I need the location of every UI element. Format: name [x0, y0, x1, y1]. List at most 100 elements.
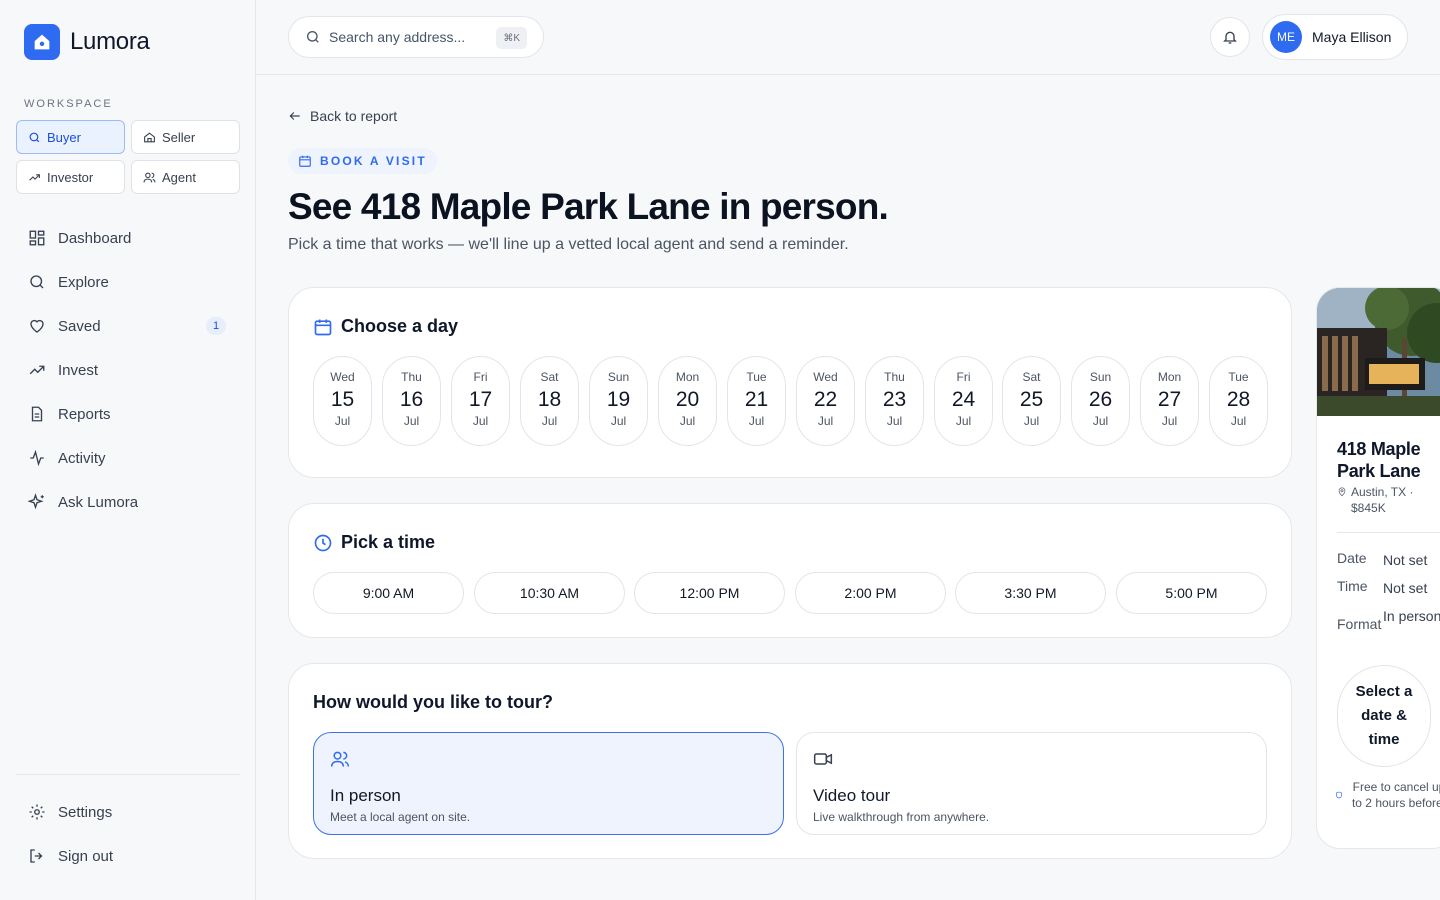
- day-picker-heading: Choose a day: [313, 316, 458, 337]
- tour-option-in-person[interactable]: In person Meet a local agent on site.: [313, 732, 784, 835]
- day-weekday: Mon: [1157, 370, 1182, 384]
- property-photo: [1317, 288, 1440, 416]
- sidebar-item-reports[interactable]: Reports: [16, 394, 240, 434]
- sidebar-item-sign-out[interactable]: Sign out: [16, 836, 240, 876]
- day-option[interactable]: Sun 26 Jul: [1071, 356, 1130, 446]
- summary-location-text: Austin, TX · $845K: [1351, 485, 1414, 515]
- users-icon: [330, 751, 350, 767]
- tour-option-description: Live walkthrough from anywhere.: [813, 810, 990, 824]
- sidebar-item-settings[interactable]: Settings: [16, 792, 240, 832]
- persona-seller[interactable]: Seller: [131, 120, 240, 154]
- search-placeholder: Search any address...: [329, 29, 466, 45]
- select-date-time-button[interactable]: Select a date & time: [1337, 665, 1431, 767]
- summary-divider: [1337, 532, 1440, 533]
- nav-label: Dashboard: [58, 229, 132, 247]
- section-title: Pick a time: [341, 532, 436, 552]
- summary-row-value: Not set: [1383, 580, 1428, 596]
- summary-location: Austin, TX · $845K: [1337, 484, 1437, 516]
- sidebar-item-dashboard[interactable]: Dashboard: [16, 218, 240, 258]
- cancellation-note: Free to cancel up to 2 hours before.: [1335, 779, 1440, 811]
- day-option[interactable]: Tue 28 Jul: [1209, 356, 1268, 446]
- day-number: 25: [1019, 388, 1044, 411]
- day-option[interactable]: Fri 17 Jul: [451, 356, 510, 446]
- time-slot[interactable]: 5:00 PM: [1116, 572, 1267, 614]
- sidebar-item-saved[interactable]: Saved 1: [16, 306, 240, 346]
- day-weekday: Sun: [607, 370, 630, 384]
- cancellation-note-text: Free to cancel up to 2 hours before.: [1351, 780, 1440, 810]
- user-menu[interactable]: ME Maya Ellison: [1262, 14, 1408, 60]
- time-picker-card: Pick a time 9:00 AM 10:30 AM 12:00 PM 2:…: [288, 503, 1292, 638]
- day-weekday: Wed: [330, 370, 355, 384]
- day-option[interactable]: Sat 25 Jul: [1002, 356, 1061, 446]
- persona-label: Agent: [162, 169, 196, 185]
- day-option[interactable]: Thu 23 Jul: [865, 356, 924, 446]
- day-option[interactable]: Wed 15 Jul: [313, 356, 372, 446]
- day-weekday: Wed: [813, 370, 838, 384]
- day-option[interactable]: Mon 27 Jul: [1140, 356, 1199, 446]
- day-month: Jul: [748, 414, 765, 428]
- day-month: Jul: [955, 414, 972, 428]
- sidebar-item-ask-lumora[interactable]: Ask Lumora: [16, 482, 240, 522]
- day-picker-card: Choose a day Wed 15 Jul Thu 16 Jul Fri 17 Jul …: [288, 287, 1292, 478]
- document-icon: [31, 406, 43, 422]
- day-month: Jul: [817, 414, 834, 428]
- brand[interactable]: Lumora: [24, 24, 150, 60]
- persona-agent[interactable]: Agent: [131, 160, 240, 194]
- day-number: 24: [951, 388, 976, 411]
- nav-label: Settings: [58, 803, 113, 821]
- day-option[interactable]: Sat 18 Jul: [520, 356, 579, 446]
- time-slot[interactable]: 12:00 PM: [634, 572, 785, 614]
- home-icon: [144, 131, 155, 142]
- day-month: Jul: [472, 414, 489, 428]
- sidebar-item-invest[interactable]: Invest: [16, 350, 240, 390]
- grid-icon: [29, 230, 45, 246]
- day-number: 21: [744, 388, 769, 411]
- page-title: See 418 Maple Park Lane in person.: [288, 186, 889, 227]
- day-month: Jul: [403, 414, 420, 428]
- time-slot[interactable]: 2:00 PM: [795, 572, 946, 614]
- notifications-button[interactable]: [1210, 17, 1250, 57]
- day-month: Jul: [1023, 414, 1040, 428]
- day-weekday: Tue: [1228, 370, 1249, 384]
- map-pin-icon: [1338, 487, 1346, 497]
- summary-row-value: In person: [1383, 608, 1440, 624]
- sidebar-item-activity[interactable]: Activity: [16, 438, 240, 478]
- workspace-label: WORKSPACE: [24, 98, 113, 110]
- day-option[interactable]: Fri 24 Jul: [934, 356, 993, 446]
- bell-icon: [1223, 31, 1237, 44]
- summary-row-label: Date: [1337, 550, 1367, 566]
- search-shortcut: ⌘K: [496, 27, 527, 49]
- time-slot[interactable]: 10:30 AM: [474, 572, 625, 614]
- day-number: 17: [468, 388, 493, 411]
- tour-option-video[interactable]: Video tour Live walkthrough from anywher…: [796, 732, 1267, 835]
- search-input[interactable]: Search any address... ⌘K: [288, 16, 544, 58]
- day-option[interactable]: Thu 16 Jul: [382, 356, 441, 446]
- sidebar-item-explore[interactable]: Explore: [16, 262, 240, 302]
- logout-icon: [30, 849, 43, 863]
- day-month: Jul: [679, 414, 696, 428]
- nav-label: Saved: [58, 317, 101, 335]
- saved-count-badge: 1: [206, 317, 226, 335]
- persona-investor[interactable]: Investor: [16, 160, 125, 194]
- nav-label: Activity: [58, 449, 106, 467]
- back-label: Back to report: [310, 108, 398, 124]
- day-number: 26: [1088, 388, 1113, 411]
- time-picker-heading: Pick a time: [313, 532, 435, 553]
- persona-label: Investor: [47, 169, 94, 185]
- day-month: Jul: [1230, 414, 1247, 428]
- persona-buyer[interactable]: Buyer: [16, 120, 125, 154]
- tour-format-heading: How would you like to tour?: [313, 692, 553, 713]
- day-month: Jul: [334, 414, 351, 428]
- day-option[interactable]: Tue 21 Jul: [727, 356, 786, 446]
- nav-label: Invest: [58, 361, 99, 379]
- arrow-left-icon: [289, 112, 300, 120]
- day-weekday: Fri: [956, 370, 971, 384]
- time-slot[interactable]: 9:00 AM: [313, 572, 464, 614]
- time-slot[interactable]: 3:30 PM: [955, 572, 1106, 614]
- day-option[interactable]: Mon 20 Jul: [658, 356, 717, 446]
- section-title: Choose a day: [341, 316, 459, 336]
- day-option[interactable]: Wed 22 Jul: [796, 356, 855, 446]
- day-option[interactable]: Sun 19 Jul: [589, 356, 648, 446]
- back-link[interactable]: Back to report: [288, 108, 397, 124]
- heart-icon: [30, 319, 44, 333]
